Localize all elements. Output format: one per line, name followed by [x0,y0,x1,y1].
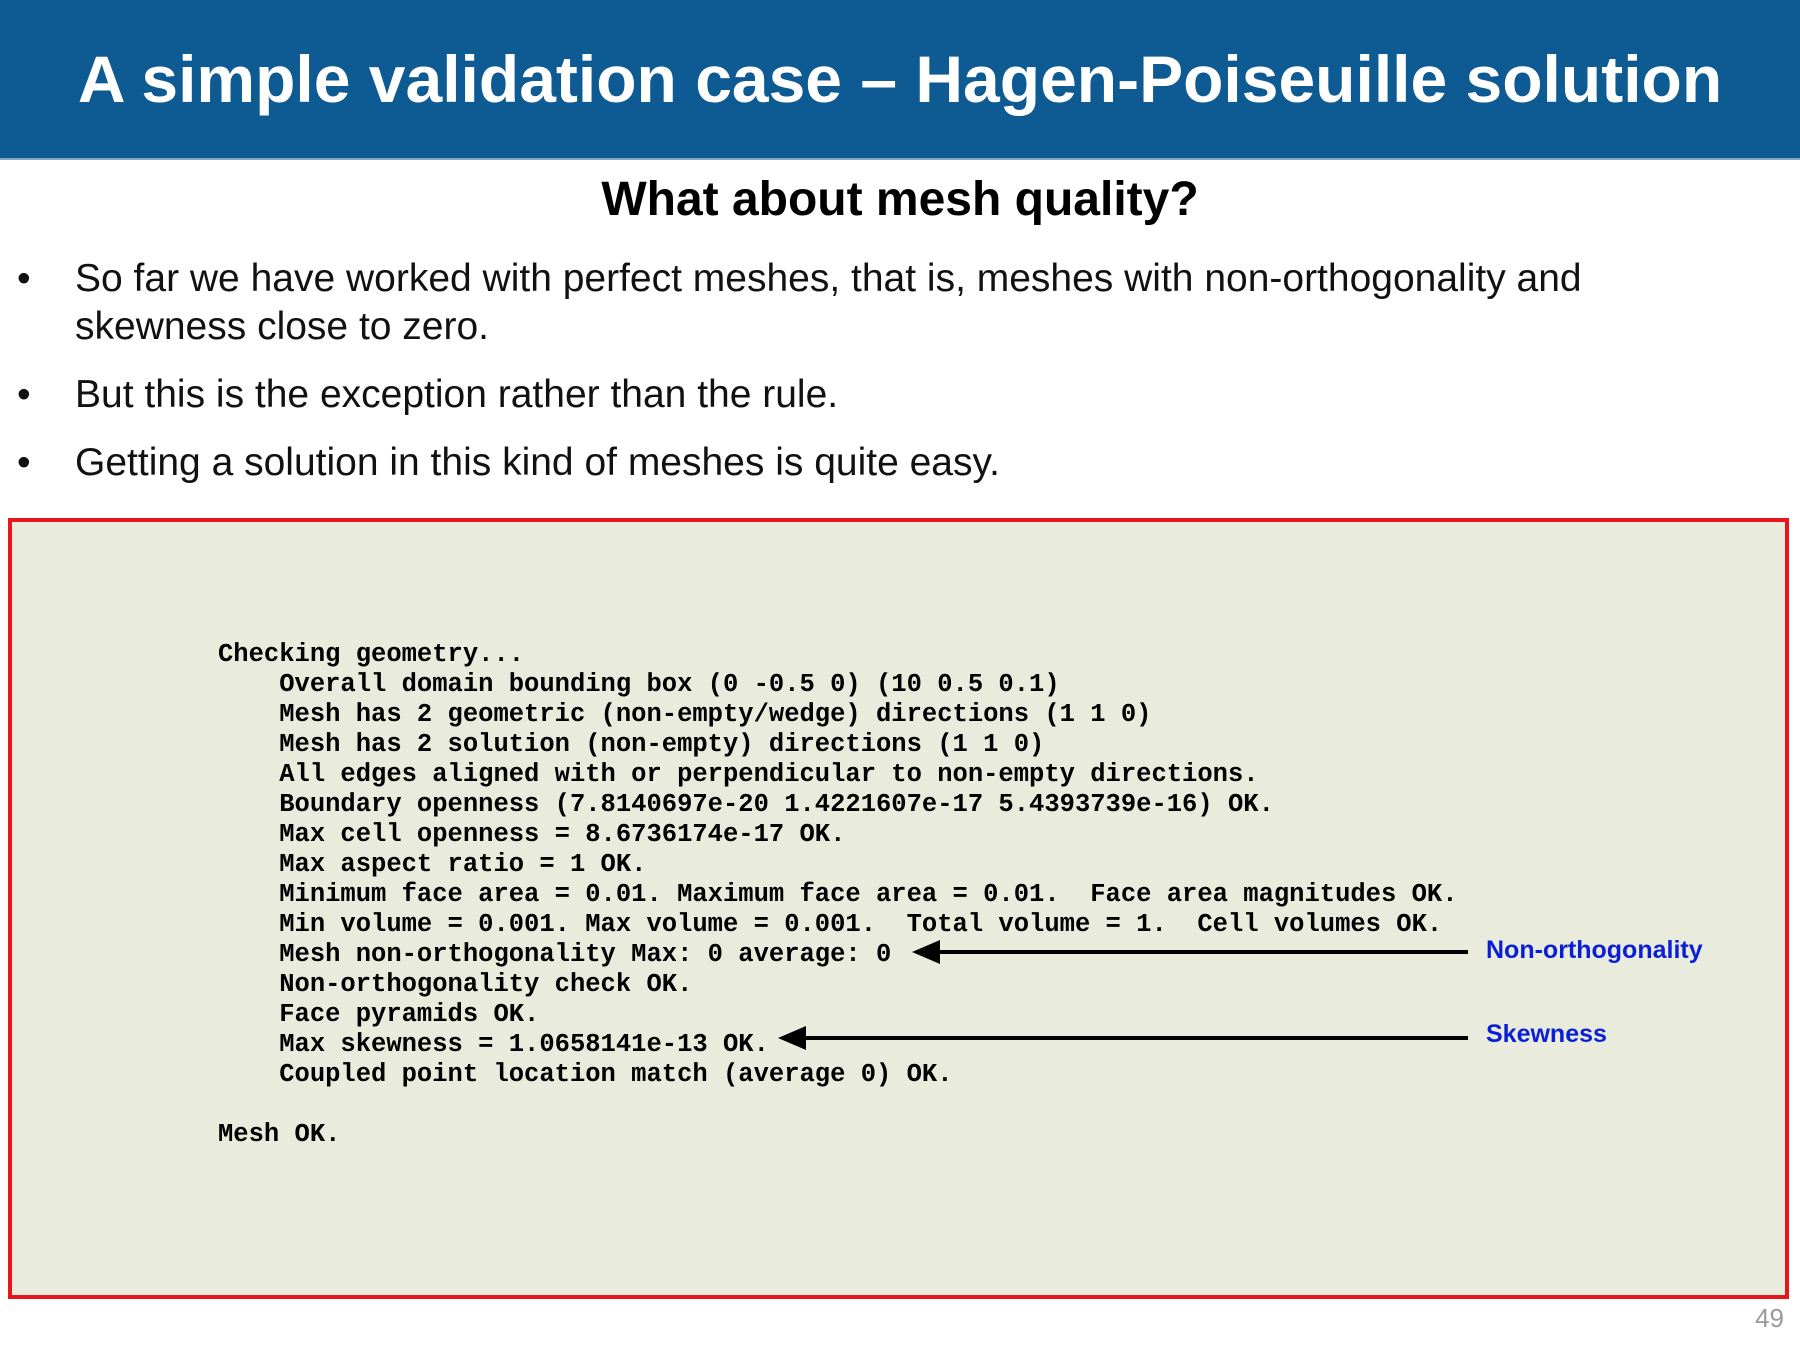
skewness-arrowhead [778,1026,806,1050]
page-number: 49 [1755,1303,1784,1333]
non-orthogonality-label: Non-orthogonality [1486,936,1703,964]
annotation-arrows [778,940,1468,1050]
non-orthogonality-arrowhead [912,940,940,964]
skewness-label: Skewness [1486,1020,1607,1048]
